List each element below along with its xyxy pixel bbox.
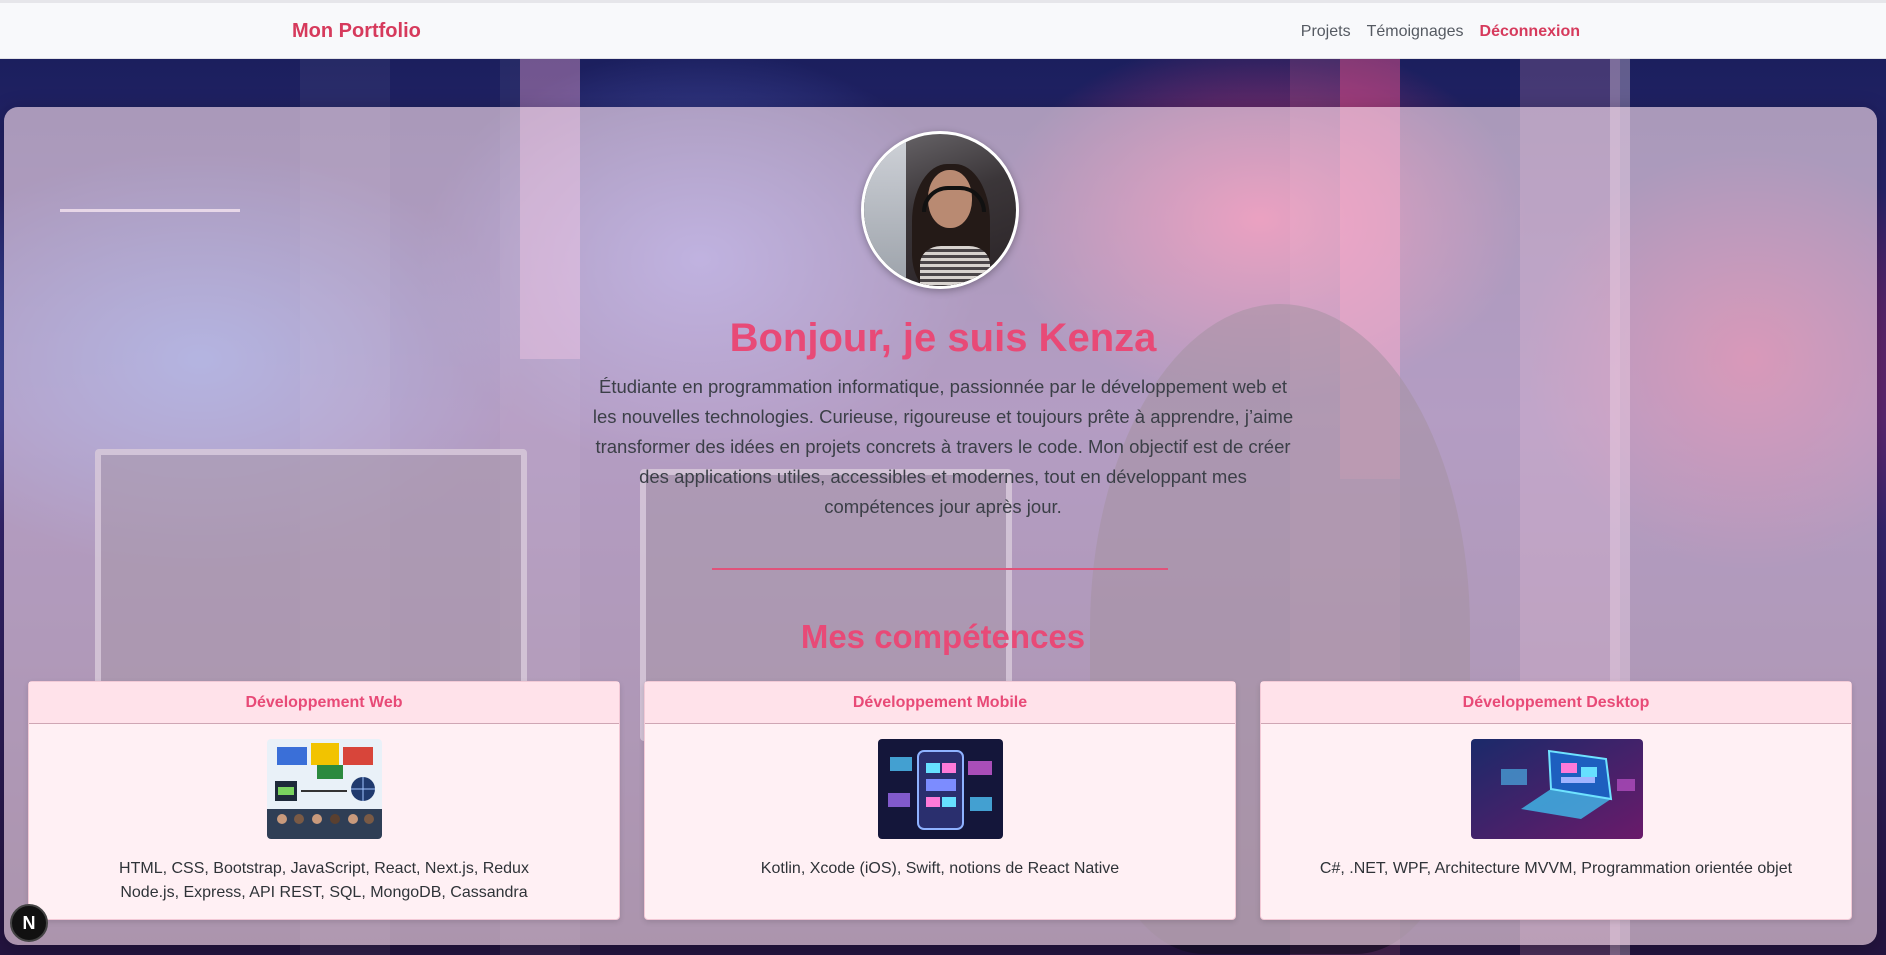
skill-line: Kotlin, Xcode (iOS), Swift, notions de R… [760, 860, 1120, 877]
skill-card-web: Développement Web HTML, CSS, Bootstrap, … [28, 681, 620, 920]
skill-line: C#, .NET, WPF, Architecture MVVM, Progra… [1319, 860, 1793, 877]
skill-card-desktop: Développement Desktop C#, .NET, WPF, Arc… [1260, 681, 1852, 920]
skill-card-description: Kotlin, Xcode (iOS), Swift, notions de R… [645, 857, 1235, 881]
navbar: Mon Portfolio Projets Témoignages Déconn… [0, 3, 1886, 59]
skill-card-title: Développement Web [29, 682, 619, 724]
skill-line: HTML, CSS, Bootstrap, JavaScript, React,… [119, 860, 529, 877]
skill-card-description: C#, .NET, WPF, Architecture MVVM, Progra… [1261, 857, 1851, 881]
nav-link-deconnexion[interactable]: Déconnexion [1480, 23, 1580, 41]
hero-description: Étudiante en programmation informatique,… [592, 376, 1294, 517]
web-development-illustration [267, 739, 382, 839]
skill-line: Node.js, Express, API REST, SQL, MongoDB… [120, 884, 528, 901]
brand-link[interactable]: Mon Portfolio [292, 20, 421, 43]
nextjs-dev-badge[interactable]: N [10, 904, 48, 942]
section-divider [712, 568, 1168, 570]
nav-link-projets[interactable]: Projets [1301, 23, 1351, 41]
skill-card-title: Développement Mobile [645, 682, 1235, 724]
skill-card-description: HTML, CSS, Bootstrap, JavaScript, React,… [29, 857, 619, 905]
nav-link-temoignages[interactable]: Témoignages [1367, 23, 1464, 41]
skill-card-title: Développement Desktop [1261, 682, 1851, 724]
profile-avatar [861, 131, 1019, 289]
skills-title: Mes compétences [800, 618, 1086, 655]
mobile-development-illustration [878, 739, 1003, 839]
skill-card-mobile: Développement Mobile Kotlin, Xcode (iOS)… [644, 681, 1236, 920]
hero-title: Bonjour, je suis Kenza [729, 316, 1157, 360]
desktop-development-illustration [1471, 739, 1643, 839]
nav-links: Projets Témoignages Déconnexion [1301, 23, 1580, 41]
